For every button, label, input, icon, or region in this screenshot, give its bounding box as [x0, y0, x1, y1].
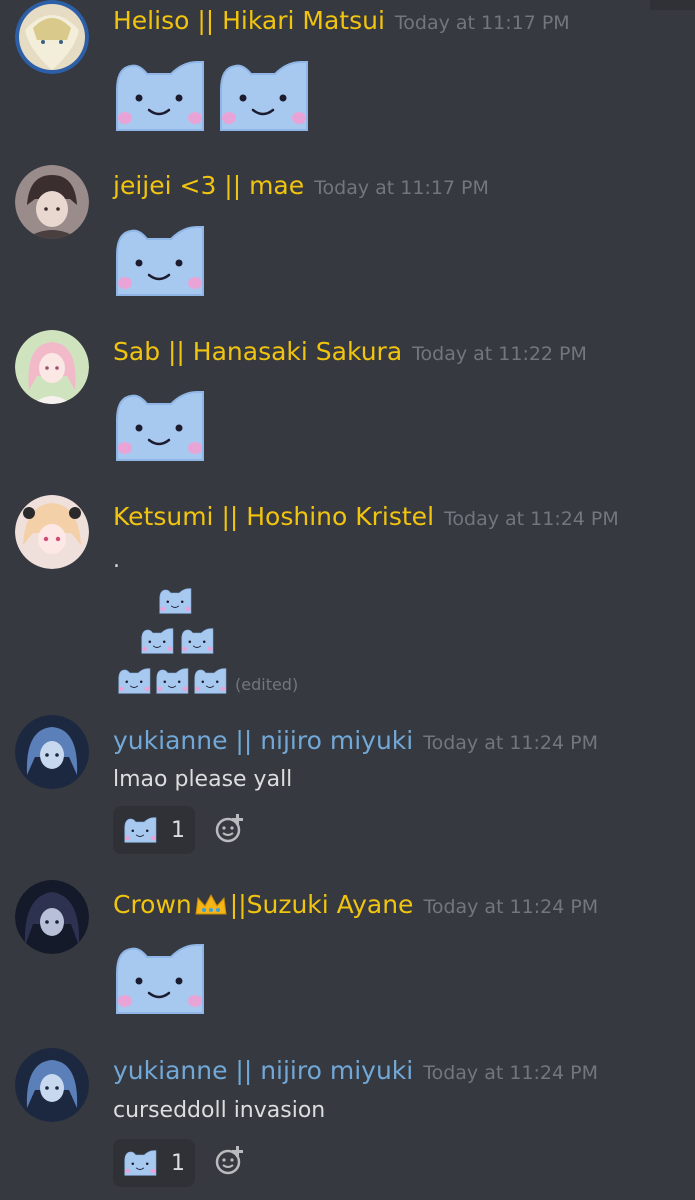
curseddoll-emoji-icon	[123, 817, 157, 843]
add-reaction-icon[interactable]	[214, 813, 246, 845]
reaction-button[interactable]: 1	[113, 806, 195, 854]
avatar[interactable]	[15, 0, 89, 74]
timestamp: Today at 11:17 PM	[314, 177, 489, 199]
emoji-row	[113, 60, 309, 132]
username-suffix[interactable]: ||Suzuki Ayane	[230, 890, 414, 919]
username[interactable]: jeijei <3 || mae	[113, 171, 304, 200]
emoji-row	[158, 588, 192, 614]
message-header: Ketsumi || Hoshino Kristel Today at 11:24…	[113, 502, 619, 531]
edited-label: (edited)	[235, 675, 299, 694]
curseddoll-emoji-icon[interactable]	[180, 628, 214, 654]
timestamp: Today at 11:17 PM	[394, 12, 570, 34]
message-header: jeijei <3 || mae Today at 11:17 PM	[113, 171, 489, 200]
message-header: yukianne || nijiro miyuki Today at 11:24 …	[113, 1056, 598, 1085]
curseddoll-emoji-icon[interactable]	[113, 390, 205, 462]
emoji-row	[113, 390, 205, 462]
message-text: curseddoll invasion	[113, 1098, 326, 1123]
username[interactable]: yukianne || nijiro miyuki	[113, 1056, 413, 1085]
username[interactable]: Ketsumi || Hoshino Kristel	[113, 502, 434, 531]
timestamp: Today at 11:24 PM	[444, 508, 619, 530]
curseddoll-emoji-icon[interactable]	[113, 943, 205, 1015]
add-reaction-icon[interactable]	[214, 1145, 246, 1177]
avatar[interactable]	[15, 495, 89, 569]
scrollbar-top[interactable]	[650, 0, 695, 10]
username[interactable]: Sab || Hanasaki Sakura	[113, 337, 402, 366]
username[interactable]: yukianne || nijiro miyuki	[113, 726, 413, 755]
reaction-count: 1	[171, 1150, 185, 1176]
timestamp: Today at 11:24 PM	[423, 896, 599, 918]
avatar[interactable]	[15, 165, 89, 239]
avatar[interactable]	[15, 1048, 89, 1122]
curseddoll-emoji-icon[interactable]	[113, 225, 205, 297]
curseddoll-emoji-icon[interactable]	[158, 588, 192, 614]
username-prefix[interactable]: Crown	[113, 890, 192, 919]
curseddoll-emoji-icon[interactable]	[140, 628, 174, 654]
message-text: lmao please yall	[113, 767, 293, 792]
timestamp: Today at 11:22 PM	[412, 343, 587, 365]
curseddoll-emoji-icon	[123, 1150, 157, 1176]
emoji-row	[113, 225, 205, 297]
curseddoll-emoji-icon[interactable]	[117, 668, 151, 694]
crown-icon	[194, 892, 228, 920]
avatar[interactable]	[15, 330, 89, 404]
curseddoll-emoji-icon[interactable]	[155, 668, 189, 694]
curseddoll-emoji-icon[interactable]	[113, 60, 205, 132]
reaction-count: 1	[171, 817, 185, 843]
timestamp: Today at 11:24 PM	[423, 1062, 598, 1084]
message-header: Heliso || Hikari Matsui Today at 11:17 PM	[113, 6, 570, 35]
emoji-row	[140, 628, 214, 654]
emoji-row	[113, 943, 205, 1015]
curseddoll-emoji-icon[interactable]	[217, 60, 309, 132]
message-header: Crown ||Suzuki Ayane Today at 11:24 PM	[113, 890, 598, 920]
timestamp: Today at 11:24 PM	[423, 732, 598, 754]
message-header: yukianne || nijiro miyuki Today at 11:24 …	[113, 726, 598, 755]
message-text: .	[113, 548, 120, 573]
avatar[interactable]	[15, 715, 89, 789]
message-header: Sab || Hanasaki Sakura Today at 11:22 PM	[113, 337, 587, 366]
emoji-row: (edited)	[117, 668, 298, 694]
avatar[interactable]	[15, 880, 89, 954]
username[interactable]: Heliso || Hikari Matsui	[113, 6, 385, 35]
curseddoll-emoji-icon[interactable]	[193, 668, 227, 694]
reaction-button[interactable]: 1	[113, 1139, 195, 1187]
